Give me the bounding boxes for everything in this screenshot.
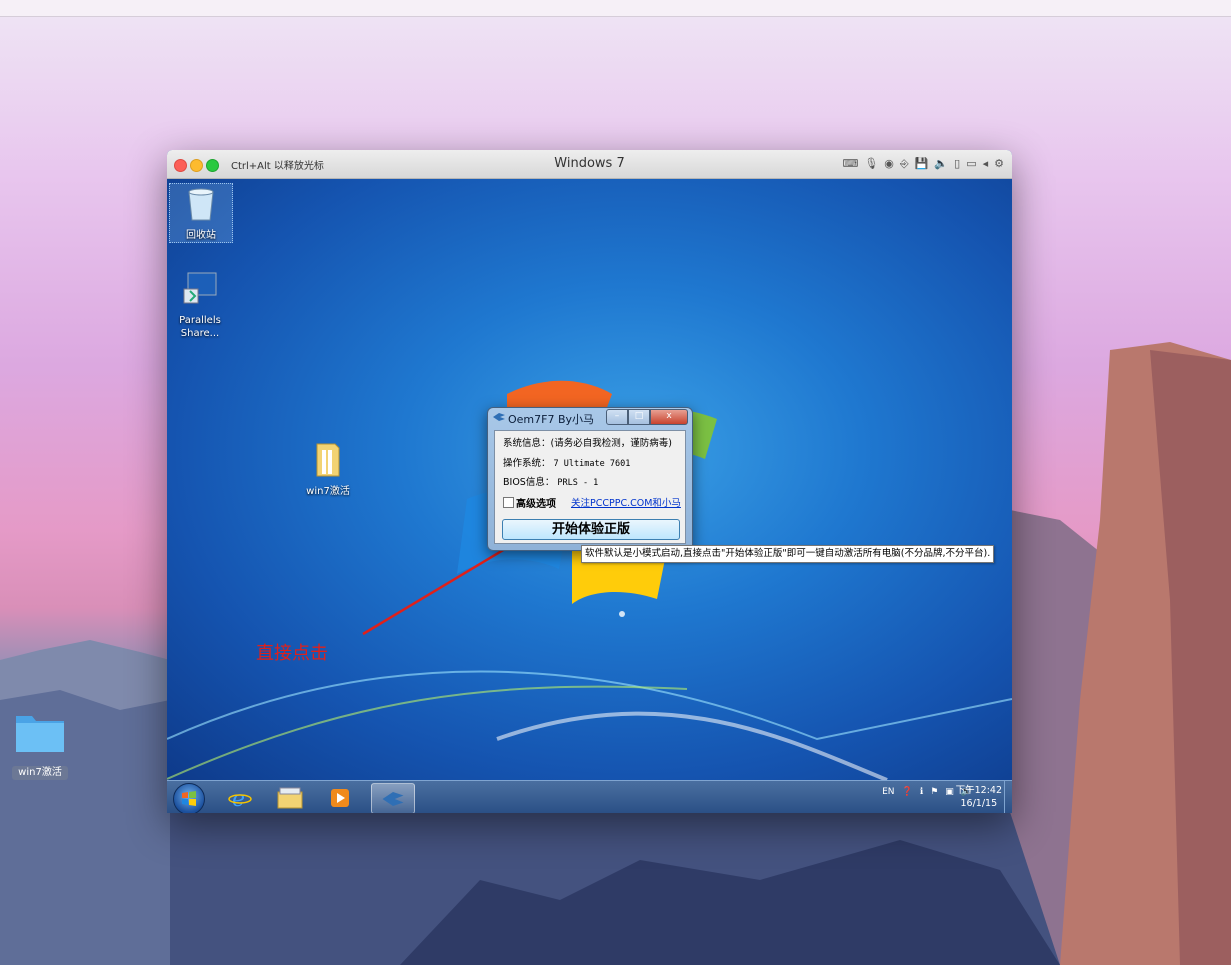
folder-share-icon[interactable]: ▭ — [966, 155, 976, 173]
app-logo-icon — [493, 413, 505, 421]
network-icon[interactable]: ▣ — [945, 787, 954, 797]
taskbar-clock[interactable]: 下午12:42 16/1/15 — [956, 784, 1002, 810]
clock-date: 16/1/15 — [960, 798, 998, 809]
vm-toolbar: ⌨ 🎙 ◉ ⎆ 💾 🔈 ▯ ▭ ◂ ⚙ — [842, 155, 1004, 173]
annotation-text: 直接点击 — [256, 643, 328, 664]
usb-icon[interactable]: ⎆ — [900, 155, 909, 173]
media-player-icon — [331, 788, 349, 807]
os-value: 7 Ultimate 7601 — [553, 459, 631, 469]
start-menu-button[interactable] — [173, 783, 205, 813]
os-row: 操作系统： 7 Ultimate 7601 — [503, 455, 630, 469]
app-maximize-button[interactable]: □ — [628, 409, 650, 425]
oem7f7-app-window[interactable]: Oem7F7 By小马 – □ x 系统信息：(请务必自我检测，谨防病毒) 操作… — [487, 407, 693, 551]
cd-icon[interactable]: ◉ — [884, 155, 894, 173]
windows-flag-icon — [182, 791, 196, 806]
os-label: 操作系统： — [503, 458, 551, 469]
mic-icon[interactable]: 🎙 — [864, 155, 878, 173]
taskbar-ie[interactable]: e — [219, 783, 261, 812]
internet-explorer-icon: e — [228, 787, 252, 810]
app-body: 系统信息：(请务必自我检测，谨防病毒) 操作系统： 7 Ultimate 760… — [494, 430, 686, 544]
windows-desktop: 回收站 Parallels Share... win7激活 直接点击 Oem7F… — [167, 179, 1012, 780]
floppy-icon[interactable]: 💾 — [915, 155, 929, 173]
app-close-button[interactable]: x — [650, 409, 688, 425]
advanced-options-label[interactable]: 高级选项 — [516, 495, 556, 510]
windows-taskbar: e EN ❓ ℹ ⚑ ▣ 🔊 下午12:42 16/1/15 — [167, 780, 1012, 813]
bios-label: BIOS信息： — [503, 477, 555, 488]
start-genuine-button[interactable]: 开始体验正版 — [502, 519, 680, 540]
mac-desktop-folder[interactable]: win7激活 — [10, 706, 70, 786]
tooltip: 软件默认是小模式启动,直接点击"开始体验正版"即可一键自动激活所有电脑(不分品牌… — [581, 545, 995, 563]
clock-time: 下午12:42 — [955, 785, 1002, 796]
phone-icon[interactable]: ▯ — [954, 155, 960, 173]
gear-icon[interactable]: ⚙ — [994, 155, 1004, 173]
app-title: Oem7F7 By小马 — [508, 413, 595, 426]
advanced-options-checkbox[interactable] — [503, 497, 514, 508]
app-window-controls: – □ x — [606, 409, 688, 425]
svg-text:e: e — [232, 787, 245, 810]
bios-row: BIOS信息： PRLS - 1 — [503, 474, 598, 488]
pin-icon[interactable]: ℹ — [920, 787, 923, 797]
vm-titlebar[interactable]: Ctrl+Alt 以释放光标 Windows 7 ⌨ 🎙 ◉ ⎆ 💾 🔈 ▯ ▭… — [167, 150, 1012, 179]
arrow-left-icon[interactable]: ◂ — [983, 155, 989, 173]
taskbar-explorer[interactable] — [269, 783, 311, 812]
sound-icon[interactable]: 🔈 — [934, 155, 948, 173]
show-desktop-button[interactable] — [1004, 781, 1012, 813]
system-info-text: 系统信息：(请务必自我检测，谨防病毒) — [503, 438, 672, 449]
app-minimize-button[interactable]: – — [606, 409, 628, 425]
pccppc-link[interactable]: 关注PCCPPC.COM和小马 — [571, 495, 681, 509]
app-logo-icon — [382, 791, 404, 806]
help-icon[interactable]: ❓ — [902, 787, 913, 797]
taskbar-oem7f7[interactable] — [371, 783, 415, 813]
keyboard-icon[interactable]: ⌨ — [842, 155, 858, 173]
taskbar-media-player[interactable] — [319, 783, 361, 812]
mac-folder-label: win7激活 — [12, 766, 68, 780]
bios-value: PRLS - 1 — [557, 478, 599, 488]
folder-icon — [16, 716, 64, 752]
parallels-vm-window[interactable]: Ctrl+Alt 以释放光标 Windows 7 ⌨ 🎙 ◉ ⎆ 💾 🔈 ▯ ▭… — [167, 150, 1012, 813]
file-explorer-icon — [277, 787, 303, 808]
flag-icon[interactable]: ⚑ — [930, 787, 938, 797]
language-indicator[interactable]: EN — [882, 787, 894, 797]
